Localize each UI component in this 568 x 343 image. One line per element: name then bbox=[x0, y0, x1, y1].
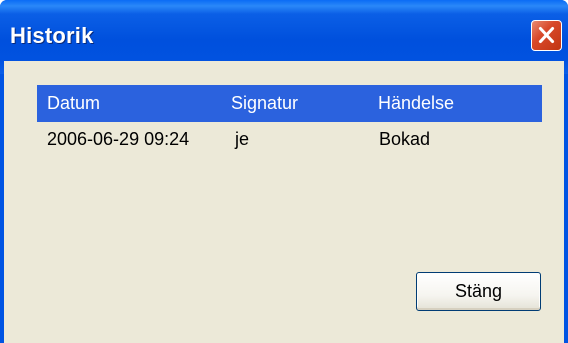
column-header-signatur[interactable]: Signatur bbox=[231, 93, 298, 114]
cell-handelse: Bokad bbox=[379, 129, 431, 149]
dialog-body: Datum Signatur Händelse 2006-06-29 09:24… bbox=[4, 61, 564, 343]
list-item[interactable]: 2006-06-29 09:24 je Bokad bbox=[37, 125, 542, 159]
cell-datum: 2006-06-29 09:24 bbox=[47, 129, 190, 149]
column-header-handelse[interactable]: Händelse bbox=[378, 93, 454, 114]
close-button[interactable]: Stäng bbox=[416, 272, 541, 311]
list-header: Datum Signatur Händelse bbox=[37, 85, 542, 122]
column-header-datum[interactable]: Datum bbox=[47, 93, 100, 114]
history-list[interactable]: Datum Signatur Händelse 2006-06-29 09:24… bbox=[37, 85, 542, 237]
close-window-button[interactable] bbox=[531, 20, 562, 51]
close-icon bbox=[538, 26, 555, 44]
window-title: Historik bbox=[10, 23, 94, 48]
history-dialog: Historik Datum Signatur Händelse 2006-06… bbox=[0, 0, 568, 343]
cell-signatur: je bbox=[235, 129, 250, 149]
